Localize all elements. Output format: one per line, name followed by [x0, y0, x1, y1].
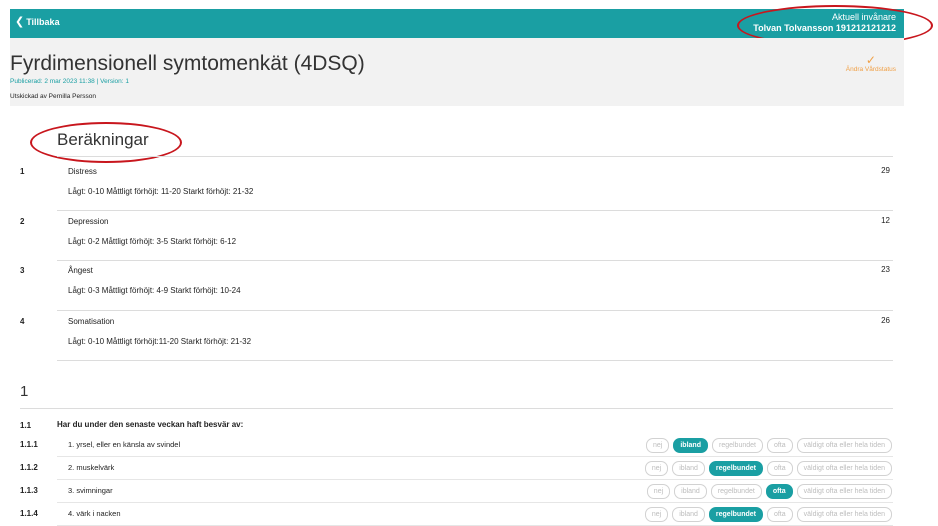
divider: [57, 456, 893, 457]
calculation-name: Depression: [68, 217, 109, 226]
calculation-row: 1 Distress Lågt: 0-10 Måttligt förhöjt: …: [0, 166, 938, 207]
calculation-range: Lågt: 0-10 Måttligt förhöjt: 11-20 Stark…: [68, 187, 254, 196]
question-row: 1.1.1 1. yrsel, eller en känsla av svinde…: [0, 435, 938, 457]
calculation-range: Lågt: 0-2 Måttligt förhöjt: 3-5 Starkt f…: [68, 237, 237, 246]
answer-option-ofta[interactable]: ofta: [766, 438, 793, 453]
change-care-status-button[interactable]: ✓ Ändra Vårdstatus: [846, 54, 896, 73]
answer-option-regelbundet[interactable]: regelbundet: [711, 438, 763, 453]
back-label: Tillbaka: [26, 17, 60, 27]
divider: [20, 408, 893, 409]
question-row: 1.1.2 2. muskelvärk nej ibland regelbundet of…: [0, 458, 938, 480]
answer-option-regelbundet[interactable]: regelbundet: [710, 484, 762, 499]
check-icon: ✓: [865, 53, 876, 67]
top-bar: ❮ Tillbaka Aktuell invånare Tolvan Tolva…: [10, 9, 904, 38]
divider: [57, 156, 893, 157]
question-number: 1.1.1: [20, 440, 38, 449]
answer-option-regelbundet[interactable]: regelbundet: [708, 507, 763, 522]
answer-option-ibland[interactable]: ibland: [674, 484, 707, 499]
back-button[interactable]: ❮ Tillbaka: [15, 15, 60, 28]
question-text: 3. svimningar: [68, 486, 113, 495]
answer-option-ofta[interactable]: ofta: [766, 507, 793, 522]
calculation-number: 3: [20, 266, 25, 275]
resident-label: Aktuell invånare: [831, 12, 896, 22]
calculation-name: Distress: [68, 167, 97, 176]
answer-option-ibland[interactable]: ibland: [672, 507, 705, 522]
calculation-range: Lågt: 0-3 Måttligt förhöjt: 4-9 Starkt f…: [68, 286, 241, 295]
answer-option-regelbundet[interactable]: regelbundet: [708, 461, 763, 476]
answer-options: nej ibland regelbundet ofta väldigt ofta ell…: [644, 507, 892, 522]
status-label: Ändra Vårdstatus: [845, 66, 896, 73]
answer-option-nej[interactable]: nej: [646, 438, 670, 453]
answer-option-nej[interactable]: nej: [646, 484, 671, 499]
divider: [57, 210, 893, 211]
calculation-value: 23: [881, 265, 890, 274]
question-text: 1. yrsel, eller en känsla av svindel: [68, 440, 181, 449]
divider: [57, 479, 893, 480]
current-resident: Aktuell invånare Tolvan Tolvansson 19121…: [753, 12, 896, 34]
divider: [57, 260, 893, 261]
calculations-heading: Beräkningar: [57, 130, 149, 149]
calculation-value: 12: [881, 216, 890, 225]
sent-by: Utskickad av Pernilla Persson: [10, 93, 96, 100]
section-number: 1: [20, 383, 29, 400]
divider: [57, 360, 893, 361]
page-title: Fyrdimensionell symtomenkät (4DSQ): [10, 52, 365, 75]
question-group-title: Har du under den senaste veckan haft bes…: [57, 420, 244, 429]
answer-option-valdigt-ofta[interactable]: väldigt ofta eller hela tiden: [796, 461, 892, 476]
question-number: 1.1.3: [20, 486, 38, 495]
published-info: Publicerad: 2 mar 2023 11:38 | Version: …: [10, 78, 130, 85]
calculation-row: 2 Depression Lågt: 0-2 Måttligt förhöjt:…: [0, 216, 938, 257]
question-row: 1.1.3 3. svimningar nej ibland regelbundet of…: [0, 481, 938, 503]
answer-option-valdigt-ofta[interactable]: väldigt ofta eller hela tiden: [796, 484, 892, 499]
answer-options: nej ibland regelbundet ofta väldigt ofta ell…: [644, 461, 892, 476]
divider: [57, 310, 893, 311]
calculation-number: 1: [20, 167, 25, 176]
divider: [57, 502, 893, 503]
calculation-value: 26: [881, 316, 890, 325]
question-row: 1.1.4 4. värk i nacken nej ibland regelbunde…: [0, 504, 938, 526]
calculation-row: 4 Somatisation Lågt: 0-10 Måttligt förhö…: [0, 316, 938, 357]
answer-option-valdigt-ofta[interactable]: väldigt ofta eller hela tiden: [796, 438, 892, 453]
form-header: Fyrdimensionell symtomenkät (4DSQ) Publi…: [10, 38, 904, 106]
question-number: 1.1.2: [20, 463, 38, 472]
calculation-name: Somatisation: [68, 317, 115, 326]
calculation-number: 2: [20, 217, 25, 226]
answer-option-valdigt-ofta[interactable]: väldigt ofta eller hela tiden: [796, 507, 892, 522]
chevron-left-icon: ❮: [15, 15, 25, 28]
question-group-number: 1.1: [20, 421, 32, 430]
calculation-name: Ångest: [68, 266, 93, 275]
question-text: 2. muskelvärk: [68, 463, 115, 472]
calculation-number: 4: [20, 317, 25, 326]
answer-option-nej[interactable]: nej: [644, 507, 669, 522]
calculation-row: 3 Ångest Lågt: 0-3 Måttligt förhöjt: 4-9…: [0, 265, 938, 306]
resident-name: Tolvan Tolvansson 191212121212: [753, 23, 896, 33]
answer-option-ibland[interactable]: ibland: [673, 438, 708, 453]
answer-option-ofta[interactable]: ofta: [765, 484, 793, 499]
answer-options: nej ibland regelbundet ofta väldigt ofta ell…: [646, 484, 892, 499]
answer-option-ofta[interactable]: ofta: [766, 461, 793, 476]
calculation-range: Lågt: 0-10 Måttligt förhöjt:11-20 Starkt…: [68, 337, 252, 346]
answer-option-ibland[interactable]: ibland: [672, 461, 705, 476]
answer-options: nej ibland regelbundet ofta väldigt ofta ell…: [646, 438, 892, 453]
calculation-value: 29: [881, 166, 890, 175]
answer-option-nej[interactable]: nej: [644, 461, 669, 476]
